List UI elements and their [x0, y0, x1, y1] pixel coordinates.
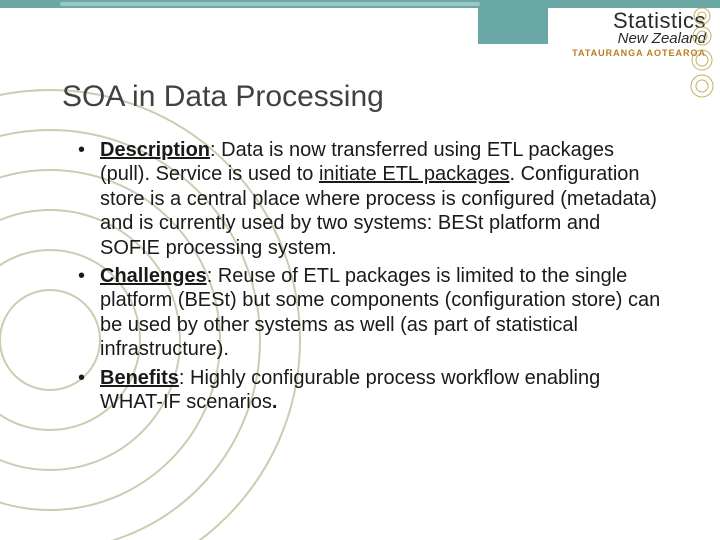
koru-icon: [690, 6, 714, 116]
bullet-label: Challenges: [100, 265, 207, 287]
header-accent-block: [478, 8, 548, 44]
bullet-benefits: Benefits: Highly configurable process wo…: [72, 366, 662, 415]
bullet-label: Benefits: [100, 367, 179, 389]
logo-country: New Zealand: [542, 30, 706, 47]
bullet-period: .: [272, 391, 278, 413]
slide-body: Description: Data is now transferred usi…: [72, 138, 662, 418]
bullet-challenges: Challenges: Reuse of ETL packages is lim…: [72, 264, 662, 362]
bullet-label: Description: [100, 139, 210, 161]
slide: Statistics New Zealand TATAURANGA AOTEAR…: [0, 0, 720, 540]
logo: Statistics New Zealand TATAURANGA AOTEAR…: [542, 10, 706, 58]
logo-maori: TATAURANGA AOTEAROA: [542, 48, 706, 58]
top-accent-bar: [0, 0, 720, 8]
bullet-description: Description: Data is now transferred usi…: [72, 138, 662, 260]
logo-text: Statistics: [542, 10, 706, 32]
bullet-underline: initiate ETL packages: [319, 163, 509, 185]
slide-title: SOA in Data Processing: [62, 80, 384, 114]
